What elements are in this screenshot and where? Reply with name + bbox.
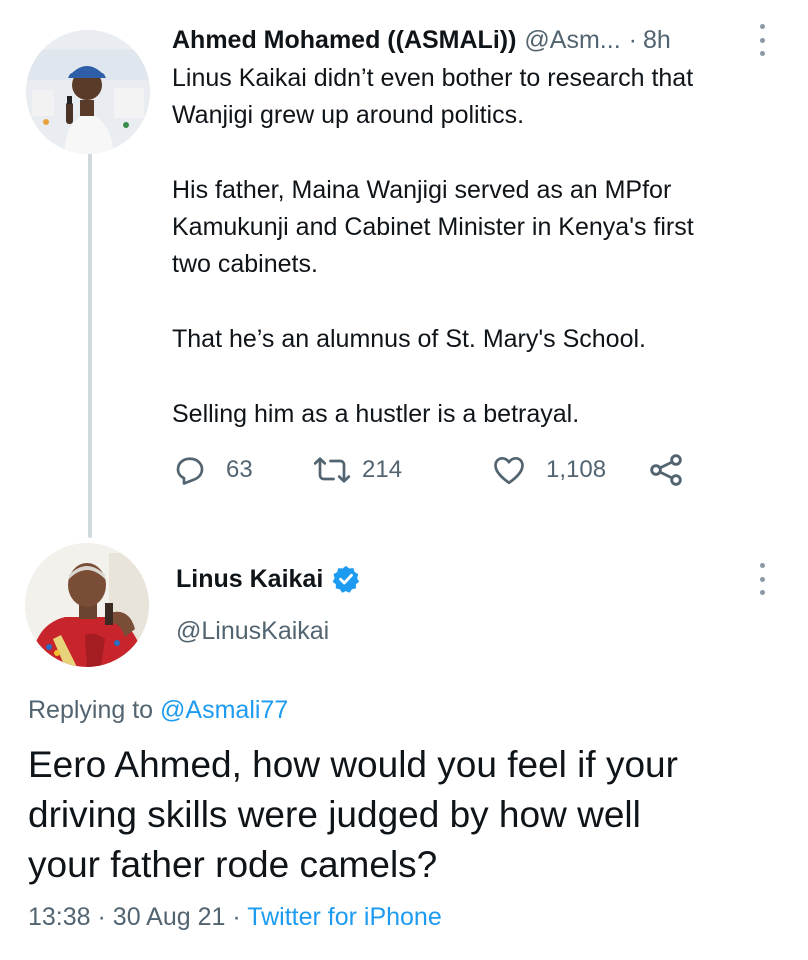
more-dot [759, 24, 765, 29]
tweet2-display-name[interactable]: Linus Kaikai [176, 565, 323, 594]
reply-button[interactable]: 63 [172, 446, 253, 494]
meta-separator: · [232, 903, 241, 931]
share-button[interactable] [646, 446, 686, 494]
share-icon [650, 454, 682, 486]
avatar-ahmed-mohamed[interactable] [26, 30, 150, 154]
meta-separator: · [97, 903, 106, 931]
more-dot [759, 590, 765, 595]
tweet2-text: Eero Ahmed, how would you feel if your d… [28, 740, 788, 890]
reply-count: 63 [226, 456, 253, 483]
tweet1-header: Ahmed Mohamed ((ASMALi)) @Asm... · 8h [172, 22, 772, 58]
verified-badge-icon [332, 565, 360, 593]
like-icon [494, 456, 524, 485]
tweet1-text: Linus Kaikai didn’t even bother to resea… [172, 60, 772, 433]
more-dot [759, 576, 765, 582]
more-options-icon[interactable] [752, 24, 772, 56]
tweet2-date[interactable]: 30 Aug 21 [113, 903, 226, 931]
tweet1-line: two cabinets. [172, 250, 318, 278]
tweet1-line: Selling him as a hustler is a betrayal. [172, 400, 580, 428]
tweet1-line: His father, Maina Wanjigi served as an M… [172, 176, 672, 204]
more-dot [759, 51, 765, 56]
tweet2-time[interactable]: 13:38 [28, 903, 91, 931]
tweet1-line: Kamukunji and Cabinet Minister in Kenya'… [172, 213, 694, 241]
tweet1-time[interactable]: 8h [643, 26, 671, 55]
tweet2-line: Eero Ahmed, how would you feel if your [28, 744, 678, 785]
thread-connector-line [88, 150, 92, 538]
replying-to: Replying to @Asmali77 [28, 692, 288, 728]
retweet-count: 214 [362, 456, 403, 483]
like-button[interactable]: 1,108 [490, 446, 606, 494]
like-count: 1,108 [546, 456, 607, 483]
tweet1-display-name[interactable]: Ahmed Mohamed ((ASMALi)) [172, 26, 516, 55]
retweet-icon [313, 457, 351, 483]
tweet1-separator: · [628, 25, 637, 54]
tweet1-line: Linus Kaikai didn’t even bother to resea… [172, 64, 694, 92]
tweet1-line: That he’s an alumnus of St. Mary's Schoo… [172, 325, 646, 353]
more-dot [759, 563, 765, 568]
tweet2-line: your father rode camels? [28, 844, 438, 885]
more-dot [759, 37, 765, 43]
tweet1-actions: 63 214 1,108 [172, 446, 712, 494]
reply-icon [176, 457, 204, 485]
tweet2-handle[interactable]: @LinusKaikai [176, 614, 329, 648]
tweet2-name-row: Linus Kaikai [176, 562, 361, 596]
avatar-linus-kaikai[interactable] [25, 543, 149, 667]
tweet1-line: Wanjigi grew up around politics. [172, 101, 525, 129]
tweet2-source-link[interactable]: Twitter for iPhone [247, 903, 442, 931]
tweet1-handle[interactable]: @Asm... [524, 26, 620, 55]
replying-handle-link[interactable]: @Asmali77 [160, 696, 288, 724]
tweet2-line: driving skills were judged by how well [28, 794, 641, 835]
replying-prefix: Replying to [28, 696, 154, 724]
tweet2-meta: 13:38 · 30 Aug 21 · Twitter for iPhone [28, 899, 442, 935]
more-options-icon[interactable] [752, 563, 772, 595]
retweet-button[interactable]: 214 [312, 446, 402, 494]
